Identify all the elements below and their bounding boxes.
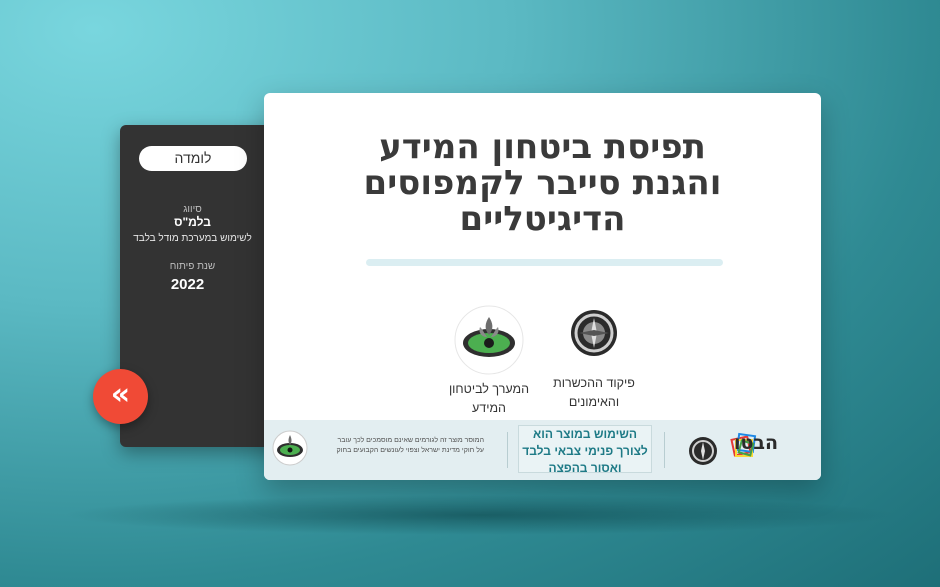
org1-name-line1: פיקוד ההכשרות [553,376,635,390]
classification-label: סיווג [183,204,202,215]
title-line-3: הדיגיטליים [459,199,626,239]
training-command-small-emblem-icon [689,437,717,465]
notice-line-3: ואסור בהפצה [548,461,622,475]
footer-divider-left [507,432,508,468]
title-line-1: תפיסת ביטחון המידע [379,127,706,167]
org-training-command: פיקוד ההכשרות והאימונים [539,308,649,412]
type-tag: לומדה [139,146,247,171]
floor-shadow [60,495,900,535]
org-info-security: המערך לביטחון המידע [439,305,539,418]
info-security-emblem-icon [454,305,524,375]
classification-note: לשימוש במערכת מודל בלבד [133,233,252,244]
legal-line-1: המוסר מוצר זה לגורמים שאינם מוסמכים לכך … [337,437,484,444]
title-line-2: והגנת סייבר לקמפוסים [363,163,722,203]
legal-line-2: על חוקי מדינת ישראל וצפוי לעונשים הקבועי… [336,447,484,454]
notice-line-1: השימוש במוצר הוא [533,427,637,441]
org2-name-line1: המערך לביטחון [448,382,530,396]
brand-name: הבטו [734,432,779,454]
year-label: שנת פיתוח [169,261,216,272]
usage-notice: השימוש במוצר הוא לצורך פנימי צבאי בלבד ו… [518,425,652,475]
notice-line-2: לצורך פנימי צבאי בלבד [522,444,648,458]
course-card: תפיסת ביטחון המידע והגנת סייבר לקמפוסים … [264,93,821,480]
footer-divider-right [664,432,665,468]
title-underline [366,259,723,266]
footer-strip: המוסר מוצר זה לגורמים שאינם מוסמכים לכך … [264,420,821,480]
org2-name-line2: המידע [472,401,506,415]
training-command-emblem-icon [571,310,617,356]
year-value: 2022 [170,276,205,293]
double-chevron-left-icon: « [110,377,131,412]
legal-disclaimer: המוסר מוצר זה לגורמים שאינם מוסמכים לכך … [314,436,484,456]
course-title: תפיסת ביטחון המידע והגנת סייבר לקמפוסים … [294,129,791,237]
classification-value: בלמ"ס [174,215,211,229]
back-arrow-button[interactable]: « [93,369,148,424]
org1-name-line2: והאימונים [568,395,620,409]
info-security-small-emblem-icon [272,430,308,466]
